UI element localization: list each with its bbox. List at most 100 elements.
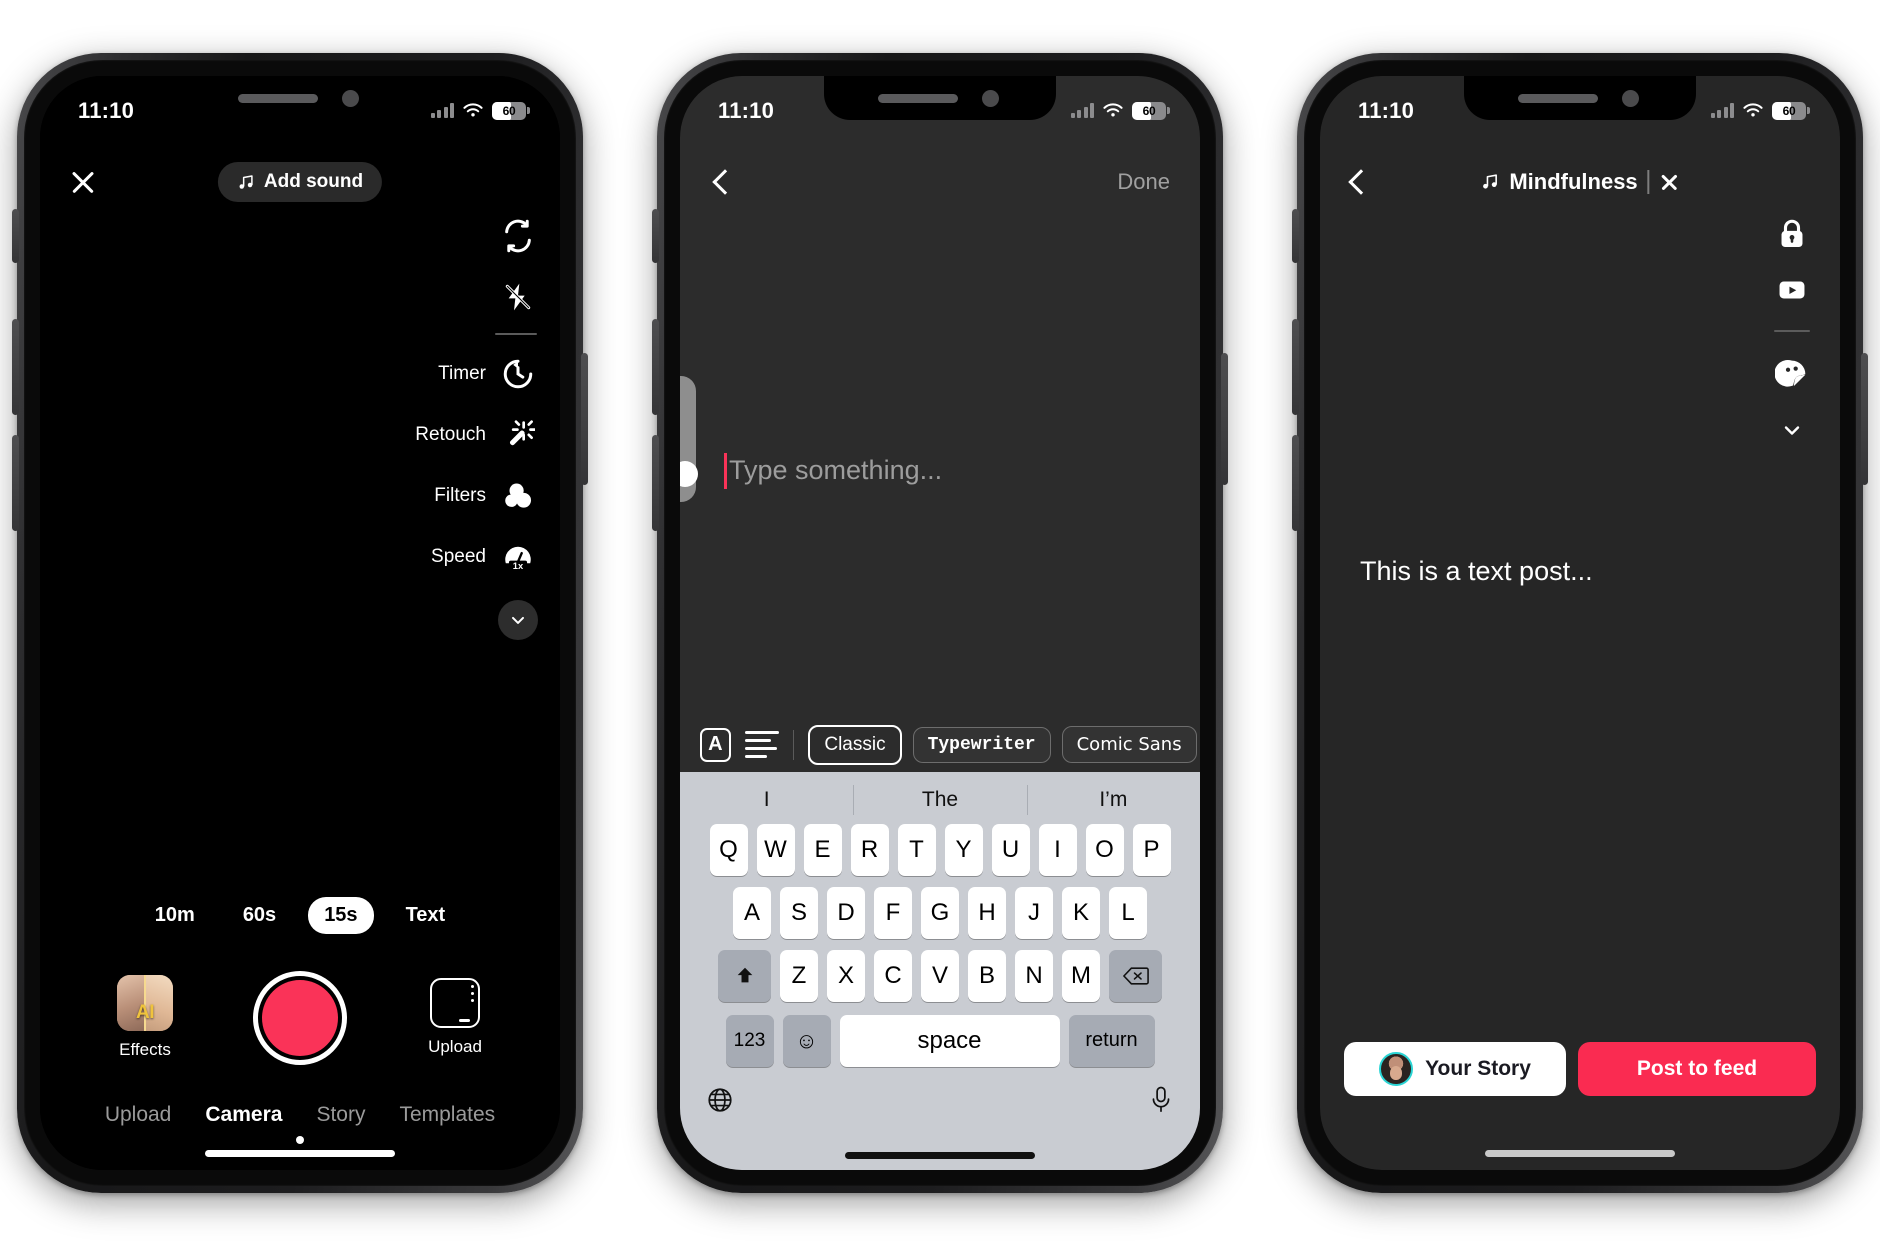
mute-switch[interactable] [652,208,659,263]
tab-upload[interactable]: Upload [105,1103,172,1127]
key-g[interactable]: G [921,886,959,939]
chevron-left-icon[interactable] [712,168,738,195]
key-c[interactable]: C [874,949,912,1002]
keyboard-bottom-bar [680,1078,1200,1121]
retouch-button[interactable]: Retouch [378,405,538,466]
mode-15s[interactable]: 15s [308,896,374,934]
mode-10m[interactable]: 10m [139,897,211,934]
text-align-icon[interactable] [744,730,779,760]
text-style-a-icon[interactable]: A [700,727,731,762]
microphone-icon[interactable] [1148,1086,1174,1121]
rail-expand-button[interactable] [498,599,538,640]
key-t[interactable]: T [897,823,936,876]
rail-divider [495,332,537,335]
close-icon[interactable] [66,165,100,199]
key-f[interactable]: F [874,886,912,939]
mute-switch[interactable] [1292,208,1299,263]
key-i[interactable]: I [1038,823,1077,876]
speed-button[interactable]: Speed 1x [378,527,538,588]
shift-icon[interactable] [718,949,771,1002]
text-input-area[interactable]: Type something... [724,452,942,489]
home-indicator[interactable] [845,1151,1035,1159]
key-d[interactable]: D [827,886,865,939]
key-n[interactable]: N [1015,949,1053,1002]
key-z[interactable]: Z [780,949,818,1002]
flash-off-button[interactable] [378,267,538,328]
phone-text-editor: 11:10 60 Done Type something... A Classi… [652,52,1228,1193]
key-l[interactable]: L [1109,886,1147,939]
earpiece-speaker [1518,93,1598,103]
your-story-button[interactable]: Your Story [1344,1041,1566,1096]
add-sound-button[interactable]: Add sound [217,161,383,202]
key-q[interactable]: Q [709,823,748,876]
privacy-lock-button[interactable] [1770,206,1814,262]
key-a[interactable]: A [733,886,771,939]
rail-expand-button[interactable] [1770,402,1814,458]
volume-up-button[interactable] [652,318,659,415]
upload-button[interactable]: Upload [411,978,499,1057]
key-r[interactable]: R [850,823,889,876]
volume-down-button[interactable] [1292,434,1299,531]
power-button[interactable] [1861,352,1868,485]
flip-camera-button[interactable] [378,206,538,267]
sticker-button[interactable] [1770,346,1814,402]
camera-viewfinder[interactable]: 11:10 60 Add sound Timer Retouch Filters… [40,75,560,1170]
volume-up-button[interactable] [12,318,19,415]
filters-button[interactable]: Filters [378,466,538,527]
power-button[interactable] [1221,352,1228,485]
record-button[interactable] [253,970,347,1065]
key-j[interactable]: J [1015,886,1053,939]
timer-button[interactable]: Timer [378,344,538,405]
emoji-icon[interactable]: ☺ [782,1014,831,1067]
key-h[interactable]: H [968,886,1006,939]
volume-down-button[interactable] [12,434,19,531]
done-button[interactable]: Done [1117,169,1170,195]
key-k[interactable]: K [1062,886,1100,939]
key-m[interactable]: M [1062,949,1100,1002]
post-preview-canvas[interactable]: 11:10 60 Mindfulness This is a text post… [1320,75,1840,1170]
font-chip-classic[interactable]: Classic [808,724,902,765]
tab-camera[interactable]: Camera [205,1103,282,1127]
volume-down-button[interactable] [652,434,659,531]
mode-60s[interactable]: 60s [227,897,292,934]
key-b[interactable]: B [968,949,1006,1002]
prediction-2[interactable]: The [853,784,1026,815]
font-chip-typewriter[interactable]: Typewriter [912,726,1051,763]
post-text[interactable]: This is a text post... [1360,556,1593,587]
numbers-key[interactable]: 123 [725,1014,774,1067]
key-y[interactable]: Y [944,823,983,876]
backspace-icon[interactable] [1109,949,1162,1002]
effects-button[interactable]: AI Effects [101,975,189,1060]
key-w[interactable]: W [756,823,795,876]
mute-switch[interactable] [12,208,19,263]
text-editor-canvas[interactable]: 11:10 60 Done Type something... A Classi… [680,75,1200,1170]
close-icon[interactable] [1660,172,1680,192]
font-chip-comic-sans[interactable]: Comic Sans [1061,726,1197,763]
mode-text[interactable]: Text [390,897,462,934]
key-u[interactable]: U [991,823,1030,876]
editor-top-bar: Done [680,154,1200,210]
key-x[interactable]: X [827,949,865,1002]
globe-icon[interactable] [706,1086,734,1121]
chevron-left-icon[interactable] [1348,168,1374,195]
prediction-3[interactable]: I’m [1026,784,1200,815]
key-s[interactable]: S [780,886,818,939]
sound-chip[interactable]: Mindfulness [1480,169,1679,195]
return-key[interactable]: return [1068,1014,1155,1067]
timer-icon [498,354,538,394]
video-button[interactable] [1770,262,1814,318]
home-indicator[interactable] [1485,1149,1675,1157]
key-v[interactable]: V [921,949,959,1002]
power-button[interactable] [581,352,588,485]
post-to-feed-button[interactable]: Post to feed [1578,1041,1816,1096]
home-indicator[interactable] [205,1149,395,1157]
tab-templates[interactable]: Templates [399,1103,495,1127]
volume-up-button[interactable] [1292,318,1299,415]
prediction-1[interactable]: I [680,788,853,812]
space-key[interactable]: space [839,1014,1060,1067]
earpiece-speaker [238,93,318,103]
tab-story[interactable]: Story [316,1103,365,1127]
key-o[interactable]: O [1085,823,1124,876]
key-e[interactable]: E [803,823,842,876]
key-p[interactable]: P [1132,823,1171,876]
